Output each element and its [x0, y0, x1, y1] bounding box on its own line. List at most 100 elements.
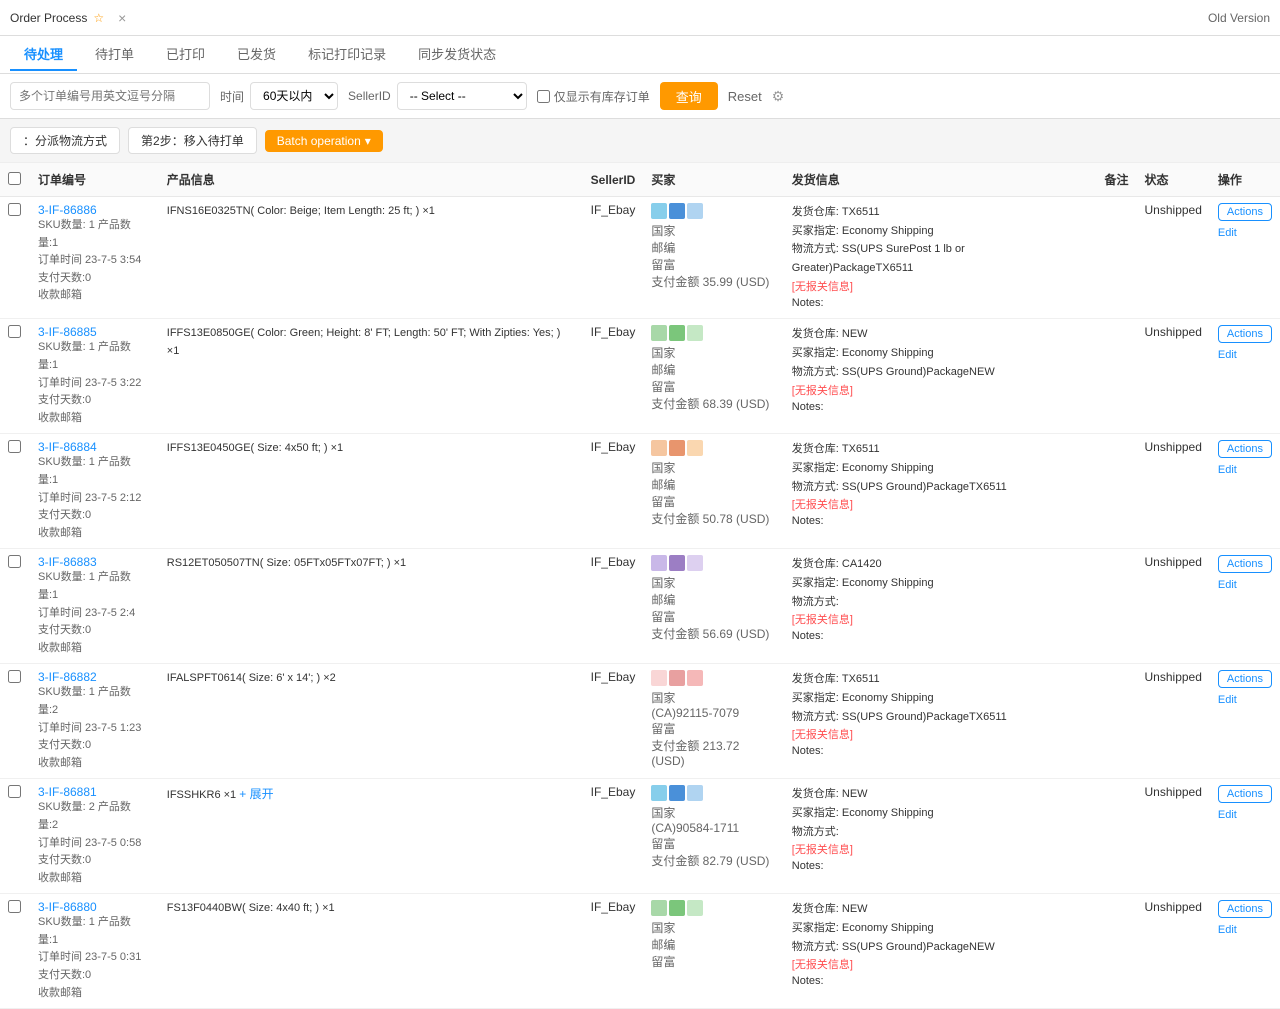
- time-group: 时间 60天以内 30天以内 15天以内 7天以内: [220, 82, 338, 110]
- avatar-block: [687, 900, 703, 916]
- shipping-method-info: 物流方式:: [792, 593, 1089, 612]
- batch-label: Batch operation: [277, 134, 361, 148]
- row-actions: Actions Edit: [1210, 664, 1280, 779]
- actions-button[interactable]: Actions: [1218, 203, 1272, 221]
- time-select[interactable]: 60天以内 30天以内 15天以内 7天以内: [250, 82, 338, 110]
- row-buyer: 国家 (CA)92115-7079 留富 支付金额 213.72 (USD): [643, 664, 783, 779]
- order-id-link[interactable]: 3-IF-86881: [38, 785, 97, 799]
- buyer-amount: 支付金额 68.39 (USD): [651, 395, 775, 412]
- order-time: 订单时间 23-7-5 3:22: [38, 375, 151, 393]
- row-product: IFNS16E0325TN( Color: Beige; Item Length…: [159, 197, 583, 319]
- row-checkbox[interactable]: [8, 555, 21, 568]
- advanced-filter-icon[interactable]: ⚙: [772, 88, 785, 105]
- actions-button[interactable]: Actions: [1218, 440, 1272, 458]
- row-checkbox[interactable]: [8, 900, 21, 913]
- order-id-link[interactable]: 3-IF-86882: [38, 670, 97, 684]
- edit-button[interactable]: Edit: [1218, 464, 1237, 476]
- row-notes: [1097, 664, 1137, 779]
- actions-button[interactable]: Actions: [1218, 555, 1272, 573]
- step2-label[interactable]: 第2步：移入待打单: [128, 127, 257, 154]
- stock-checkbox[interactable]: [537, 90, 550, 103]
- buyer-details: 国家 邮编 留富 支付金额 35.99 (USD): [651, 222, 775, 290]
- buyer-currency: 留富: [651, 835, 775, 852]
- step1-label: ：分派物流方式: [10, 127, 120, 154]
- actions-button[interactable]: Actions: [1218, 325, 1272, 343]
- stock-label: 仅显示有库存订单: [554, 88, 650, 105]
- tab-已发货[interactable]: 已发货: [223, 38, 290, 71]
- edit-button[interactable]: Edit: [1218, 579, 1237, 591]
- payment-days: 支付天数:0: [38, 852, 151, 870]
- select-all-checkbox[interactable]: [8, 172, 21, 185]
- tab-同步发货状态[interactable]: 同步发货状态: [404, 38, 510, 71]
- row-checkbox[interactable]: [8, 785, 21, 798]
- orders-table: 订单编号 产品信息 SellerID 买家 发货信息 备注 状态 操作 3-IF…: [0, 163, 1280, 1009]
- filter-bar: 时间 60天以内 30天以内 15天以内 7天以内 SellerID -- Se…: [0, 74, 1280, 119]
- buyer-currency: 留富: [651, 720, 775, 737]
- no-info-label: [无报关信息]: [792, 956, 1089, 972]
- seller-id-select[interactable]: -- Select --: [397, 82, 527, 110]
- order-number-input[interactable]: [10, 82, 210, 110]
- no-info-label: [无报关信息]: [792, 382, 1089, 398]
- row-checkbox[interactable]: [8, 670, 21, 683]
- shipping-method-info: 物流方式: SS(UPS Ground)PackageTX6511: [792, 478, 1089, 497]
- buyer-avatar: [651, 785, 703, 801]
- row-product: IFALSPFT0614( Size: 6' x 14'; ) ×2: [159, 664, 583, 779]
- row-buyer: 国家 邮编 留富 支付金额 35.99 (USD): [643, 197, 783, 319]
- edit-button[interactable]: Edit: [1218, 809, 1237, 821]
- expand-link[interactable]: + 展开: [239, 787, 273, 801]
- batch-operation-button[interactable]: Batch operation ▾: [265, 130, 383, 152]
- order-id-link[interactable]: 3-IF-86883: [38, 555, 97, 569]
- buyer-postal: (CA)90584-1711: [651, 821, 775, 835]
- row-checkbox[interactable]: [8, 440, 21, 453]
- avatar-block: [651, 203, 667, 219]
- edit-button[interactable]: Edit: [1218, 227, 1237, 239]
- seller-id-value: IF_Ebay: [591, 440, 636, 454]
- buyer-details: 国家 邮编 留富 支付金额 68.39 (USD): [651, 344, 775, 412]
- tab-已打印[interactable]: 已打印: [152, 38, 219, 71]
- avatar-block: [669, 785, 685, 801]
- buyer-postal: 邮编: [651, 476, 775, 493]
- no-info-label: [无报关信息]: [792, 278, 1089, 294]
- edit-button[interactable]: Edit: [1218, 349, 1237, 361]
- edit-button[interactable]: Edit: [1218, 924, 1237, 936]
- tab-标记打印记录[interactable]: 标记打印记录: [294, 38, 400, 71]
- seller-type-info: 买家指定: Economy Shipping: [792, 459, 1089, 478]
- no-info-label: [无报关信息]: [792, 611, 1089, 627]
- no-info-label: [无报关信息]: [792, 496, 1089, 512]
- row-shipping-info: 发货仓库: TX6511 买家指定: Economy Shipping 物流方式…: [784, 197, 1097, 319]
- actions-button[interactable]: Actions: [1218, 670, 1272, 688]
- row-checkbox[interactable]: [8, 325, 21, 338]
- search-button[interactable]: 查询: [660, 82, 718, 110]
- order-number-group: [10, 82, 210, 110]
- order-id-link[interactable]: 3-IF-86884: [38, 440, 97, 454]
- row-order-info: 3-IF-86886 SKU数量: 1 产品数量:1 订单时间 23-7-5 3…: [30, 197, 159, 319]
- row-seller-id: IF_Ebay: [583, 779, 644, 894]
- row-buyer: 国家 邮编 留富 支付金额 56.69 (USD): [643, 549, 783, 664]
- reset-button[interactable]: Reset: [728, 89, 762, 104]
- buyer-country: 国家: [651, 919, 775, 936]
- actions-button[interactable]: Actions: [1218, 785, 1272, 803]
- order-id-link[interactable]: 3-IF-86885: [38, 325, 97, 339]
- table-row: 3-IF-86881 SKU数量: 2 产品数量:2 订单时间 23-7-5 0…: [0, 779, 1280, 894]
- actions-button[interactable]: Actions: [1218, 900, 1272, 918]
- buyer-details: 国家 邮编 留富 支付金额 56.69 (USD): [651, 574, 775, 642]
- order-id-link[interactable]: 3-IF-86880: [38, 900, 97, 914]
- row-checkbox[interactable]: [8, 203, 21, 216]
- tab-待处理[interactable]: 待处理: [10, 38, 77, 71]
- star-icon[interactable]: ☆: [93, 11, 104, 25]
- edit-button[interactable]: Edit: [1218, 694, 1237, 706]
- address-info: 收款邮箱: [38, 985, 151, 1003]
- row-product: FS13F0440BW( Size: 4x40 ft; ) ×1: [159, 894, 583, 1009]
- sku-count: SKU数量: 1 产品数量:1: [38, 914, 151, 949]
- order-time: 订单时间 23-7-5 2:12: [38, 490, 151, 508]
- buyer-country: 国家: [651, 222, 775, 239]
- tab-待打单[interactable]: 待打单: [81, 38, 148, 71]
- buyer-country: 国家: [651, 344, 775, 361]
- warehouse-info: 发货仓库: TX6511: [792, 203, 1089, 222]
- buyer-avatar: [651, 900, 703, 916]
- row-shipping-info: 发货仓库: NEW 买家指定: Economy Shipping 物流方式: S…: [784, 894, 1097, 1009]
- close-icon[interactable]: ×: [118, 10, 126, 26]
- notes-info: Notes:: [792, 512, 1089, 531]
- shipping-method-info: 物流方式: SS(UPS SurePost 1 lb or Greater)Pa…: [792, 240, 1089, 277]
- order-id-link[interactable]: 3-IF-86886: [38, 203, 97, 217]
